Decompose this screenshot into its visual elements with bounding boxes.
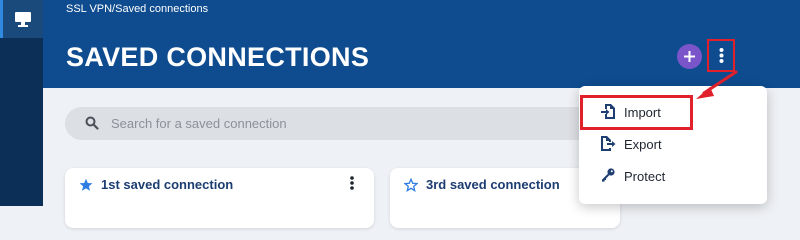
star-filled-icon[interactable]	[79, 178, 93, 192]
vertical-dots-icon	[719, 48, 723, 63]
red-arrow-annotation	[696, 70, 738, 99]
rail-item-monitor[interactable]	[0, 0, 43, 38]
page-title: SAVED CONNECTIONS	[66, 42, 370, 72]
breadcrumb[interactable]: SSL VPN/Saved connections	[66, 3, 208, 15]
add-connection-button[interactable]	[677, 44, 702, 69]
key-icon	[602, 168, 615, 182]
menu-item-label: Export	[624, 136, 662, 152]
search-icon	[85, 116, 99, 130]
menu-item-export[interactable]: Export	[579, 128, 767, 160]
plus-icon	[684, 51, 695, 62]
side-rail	[0, 0, 43, 206]
star-outline-icon[interactable]	[404, 178, 418, 192]
connection-title: 1st saved connection	[101, 177, 234, 192]
menu-item-protect[interactable]: Protect	[579, 160, 767, 192]
menu-item-label: Protect	[624, 168, 666, 184]
connection-card[interactable]: 1st saved connection	[65, 168, 374, 228]
card-menu-icon[interactable]	[350, 176, 354, 190]
search-input[interactable]	[111, 107, 571, 140]
import-icon	[601, 104, 615, 119]
search-bar: 3	[65, 107, 611, 140]
connection-title: 3rd saved connection	[426, 177, 560, 192]
export-icon	[601, 136, 616, 151]
monitor-icon	[15, 12, 31, 27]
menu-item-label: Import	[624, 104, 661, 120]
